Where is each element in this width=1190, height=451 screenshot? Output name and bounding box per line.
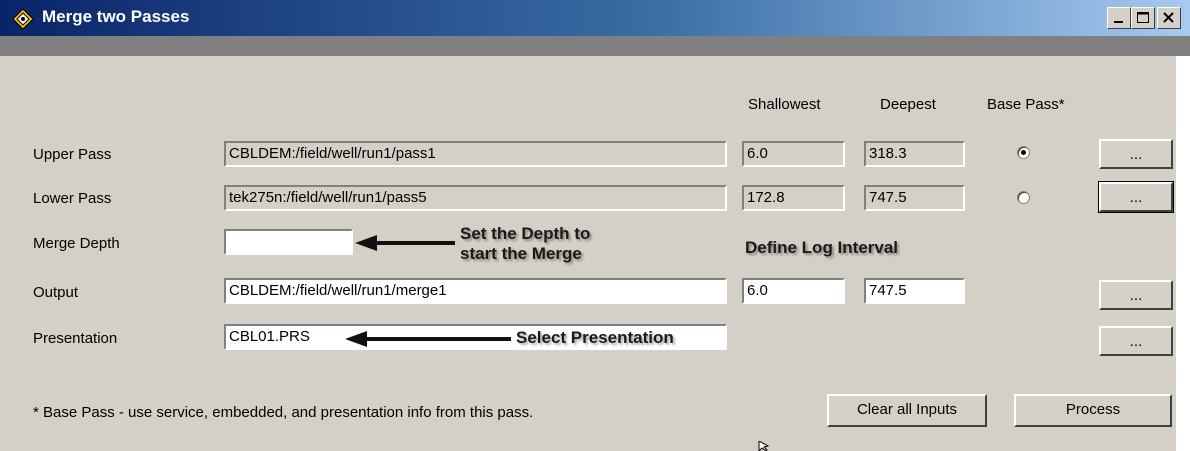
shallowest-header: Shallowest xyxy=(748,96,821,113)
lower-pass-label: Lower Pass xyxy=(33,190,112,207)
output-shallowest-input[interactable]: 6.0 xyxy=(742,278,845,304)
upper-pass-path-field[interactable]: CBLDEM:/field/well/run1/pass1 xyxy=(224,141,727,167)
lower-pass-base-radio[interactable] xyxy=(1017,191,1030,204)
title-bar[interactable]: Merge two Passes xyxy=(0,0,1190,36)
right-edge-panel xyxy=(1176,56,1190,451)
radio-selected-dot xyxy=(1021,150,1026,155)
upper-pass-browse-button[interactable]: ... xyxy=(1099,139,1173,169)
presentation-value: CBL01.PRS xyxy=(229,328,310,345)
upper-pass-shallowest-field[interactable]: 6.0 xyxy=(742,141,845,167)
base-pass-footnote: * Base Pass - use service, embedded, and… xyxy=(33,404,534,421)
merge-depth-annotation-line1: Set the Depth to xyxy=(460,224,591,243)
merge-two-passes-window: Merge two Passes Shallowest Deepest Base… xyxy=(0,0,1190,451)
merge-depth-input[interactable] xyxy=(224,229,353,255)
maximize-icon xyxy=(1137,12,1149,23)
merge-depth-arrow-icon xyxy=(355,235,455,251)
output-browse-button[interactable]: ... xyxy=(1099,280,1173,310)
clear-all-inputs-button[interactable]: Clear all Inputs xyxy=(827,394,987,427)
presentation-arrow-icon xyxy=(345,331,511,347)
lower-pass-deepest-field[interactable]: 747.5 xyxy=(864,185,965,211)
output-label: Output xyxy=(33,284,79,301)
menu-bar xyxy=(0,36,1190,56)
presentation-annotation: Select Presentation xyxy=(516,328,674,347)
close-icon xyxy=(1163,12,1174,23)
close-button[interactable] xyxy=(1157,7,1181,29)
lower-pass-browse-button[interactable]: ... xyxy=(1098,181,1174,213)
mouse-pointer-icon xyxy=(758,441,770,451)
lower-pass-path-field[interactable]: tek275n:/field/well/run1/pass5 xyxy=(224,185,727,211)
presentation-label: Presentation xyxy=(33,330,118,347)
merge-depth-annotation: Set the Depth to start the Merge xyxy=(460,224,590,264)
minimize-icon xyxy=(1114,21,1123,23)
deepest-header: Deepest xyxy=(880,96,936,113)
upper-pass-label: Upper Pass xyxy=(33,146,112,163)
merge-depth-annotation-line2: start the Merge xyxy=(460,244,582,263)
output-deepest-input[interactable]: 747.5 xyxy=(864,278,965,304)
minimize-button[interactable] xyxy=(1107,7,1131,29)
app-diamond-icon xyxy=(12,8,34,30)
output-path-input[interactable]: CBLDEM:/field/well/run1/merge1 xyxy=(224,278,727,304)
lower-pass-shallowest-field[interactable]: 172.8 xyxy=(742,185,845,211)
merge-depth-label: Merge Depth xyxy=(33,235,120,252)
upper-pass-deepest-field[interactable]: 318.3 xyxy=(864,141,965,167)
upper-pass-base-radio[interactable] xyxy=(1017,146,1030,159)
maximize-button[interactable] xyxy=(1131,7,1155,29)
base-pass-header: Base Pass* xyxy=(987,96,1065,113)
presentation-browse-button[interactable]: ... xyxy=(1099,326,1173,356)
log-interval-annotation: Define Log Interval xyxy=(745,238,899,257)
process-button[interactable]: Process xyxy=(1014,394,1172,427)
window-title: Merge two Passes xyxy=(42,7,190,26)
